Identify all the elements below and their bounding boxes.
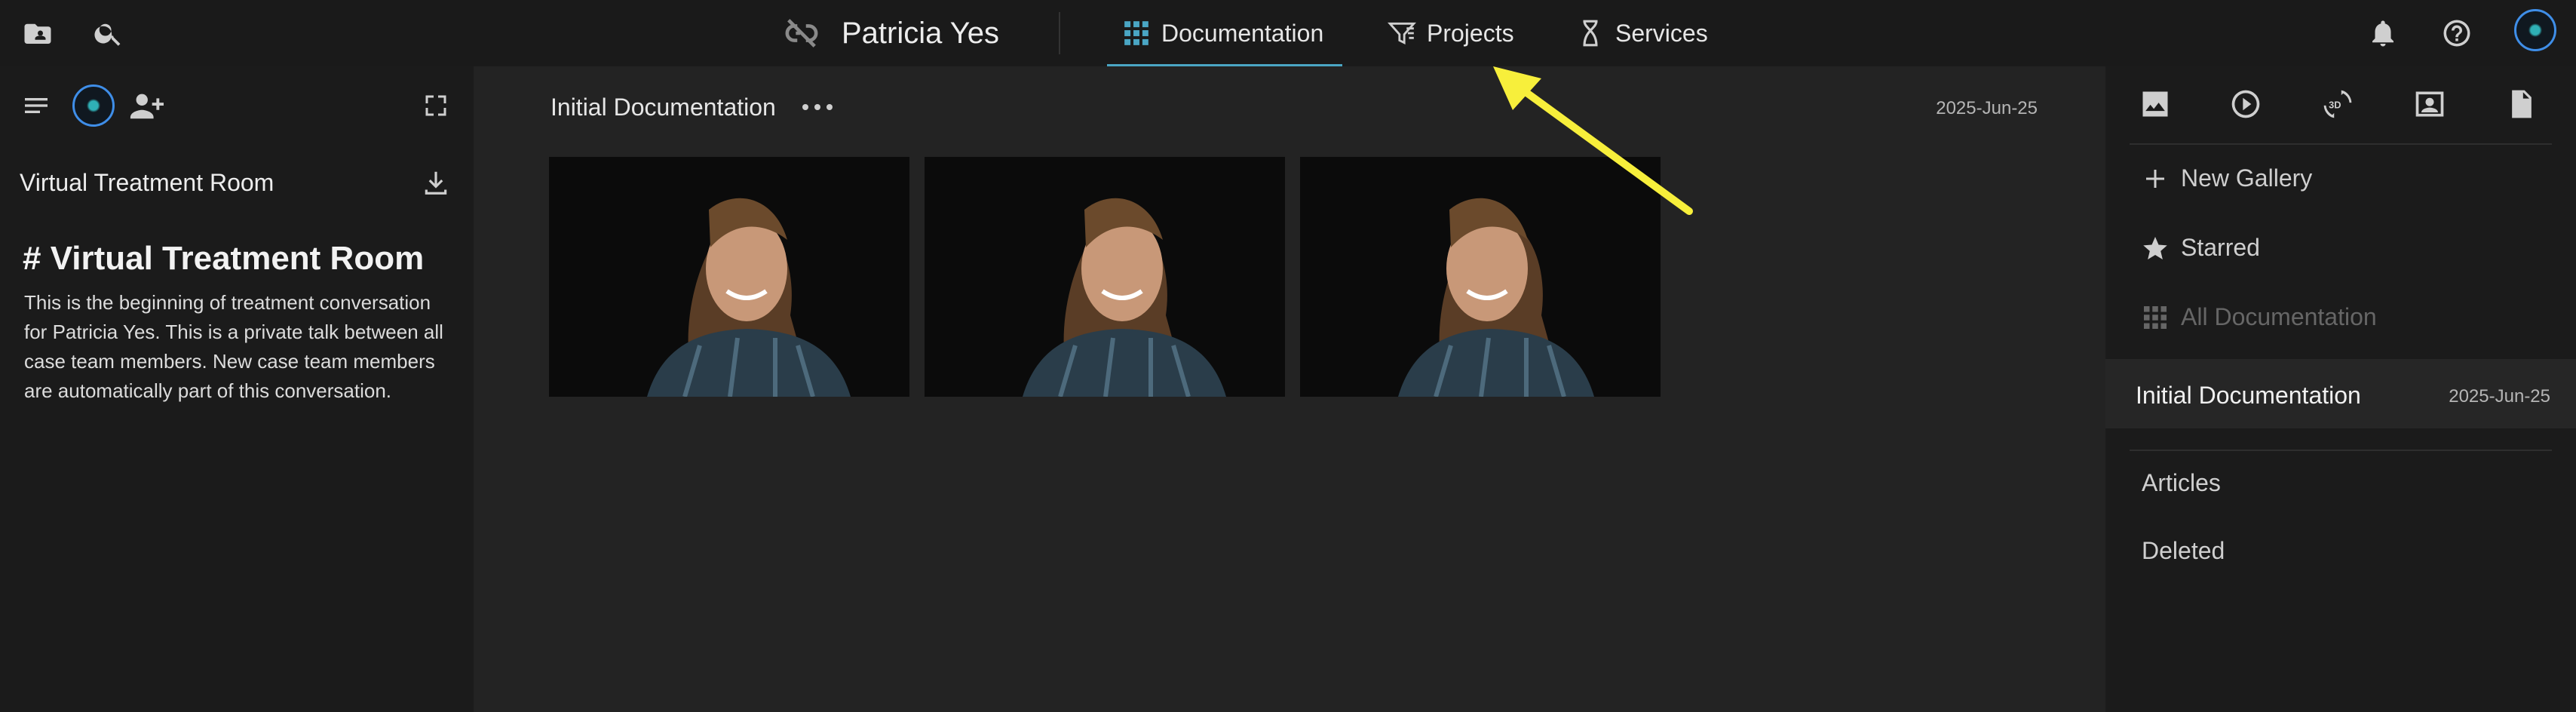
room-title: Virtual Treatment Room xyxy=(20,169,274,196)
download-icon[interactable] xyxy=(416,163,455,202)
gallery-list-item-date: 2025-Jun-25 xyxy=(2449,386,2550,407)
search-icon[interactable] xyxy=(89,14,128,53)
avatar[interactable] xyxy=(2514,9,2556,51)
link-off-icon[interactable] xyxy=(784,16,819,51)
gallery-list-item-selected[interactable]: Initial Documentation 2025-Jun-25 xyxy=(2105,359,2576,428)
3d-rotate-icon[interactable]: 3D xyxy=(2318,84,2357,124)
star-icon xyxy=(2143,236,2167,259)
main-content: Initial Documentation 2025-Jun-25 xyxy=(474,66,2105,712)
member-avatar[interactable] xyxy=(72,84,115,127)
room-heading: # Virtual Treatment Room xyxy=(23,240,425,277)
topbar-divider xyxy=(1059,12,1060,54)
gallery-date: 2025-Jun-25 xyxy=(1936,98,2038,118)
deleted-item[interactable]: Deleted xyxy=(2142,537,2225,565)
annotation-arrow xyxy=(1493,66,1693,215)
tab-documentation-label: Documentation xyxy=(1161,19,1324,47)
tab-documentation[interactable]: Documentation xyxy=(1107,0,1342,66)
top-bar: Patricia Yes Documentation Projects Serv… xyxy=(0,0,2576,66)
patient-name: Patricia Yes xyxy=(842,16,1000,50)
new-gallery-label: New Gallery xyxy=(2181,164,2313,192)
svg-text:3D: 3D xyxy=(2329,100,2341,111)
tab-services[interactable]: Services xyxy=(1576,0,1708,66)
room-description: This is the beginning of treatment conve… xyxy=(24,291,443,402)
articles-label: Articles xyxy=(2142,469,2221,496)
fullscreen-icon[interactable] xyxy=(416,86,455,125)
image-icon[interactable] xyxy=(2136,84,2175,124)
new-gallery-button[interactable]: New Gallery xyxy=(2142,164,2312,192)
all-documentation-label: All Documentation xyxy=(2181,303,2377,330)
plus-icon xyxy=(2146,169,2164,188)
grid-icon xyxy=(2144,305,2167,329)
left-panel: Virtual Treatment Room # Virtual Treatme… xyxy=(0,66,474,712)
tab-projects[interactable]: Projects xyxy=(1388,0,1514,66)
starred-item[interactable]: Starred xyxy=(2142,234,2260,262)
bell-icon[interactable] xyxy=(2363,14,2403,53)
help-icon[interactable] xyxy=(2437,14,2476,53)
grid-icon xyxy=(1124,21,1148,45)
folder-account-icon[interactable] xyxy=(18,14,57,53)
hourglass-icon xyxy=(1583,20,1598,47)
list-divider xyxy=(2130,450,2552,451)
starred-label: Starred xyxy=(2181,234,2260,261)
play-circle-icon[interactable] xyxy=(2226,84,2265,124)
articles-item[interactable]: Articles xyxy=(2142,469,2221,497)
tab-services-label: Services xyxy=(1615,19,1708,47)
filter-list-icon xyxy=(1388,22,1416,44)
menu-icon[interactable] xyxy=(17,86,56,125)
media-toolbar: 3D xyxy=(2105,66,2576,145)
gallery-title: Initial Documentation xyxy=(550,94,776,121)
toolbar-divider xyxy=(2130,143,2552,145)
more-options-icon[interactable] xyxy=(802,100,833,115)
gallery-list-item-title: Initial Documentation xyxy=(2136,382,2361,409)
tab-projects-label: Projects xyxy=(1427,19,1514,47)
right-panel: 3D New Gallery Starred All Documentation… xyxy=(2105,66,2576,712)
all-documentation-item[interactable]: All Documentation xyxy=(2142,303,2377,331)
add-member-icon[interactable] xyxy=(125,84,167,127)
patient-header: Patricia Yes xyxy=(784,11,999,56)
photo-thumbnail-2[interactable] xyxy=(925,157,1285,397)
portrait-icon[interactable] xyxy=(2410,84,2449,124)
document-icon[interactable] xyxy=(2502,84,2541,124)
deleted-label: Deleted xyxy=(2142,537,2225,564)
photo-thumbnail-1[interactable] xyxy=(549,157,909,397)
